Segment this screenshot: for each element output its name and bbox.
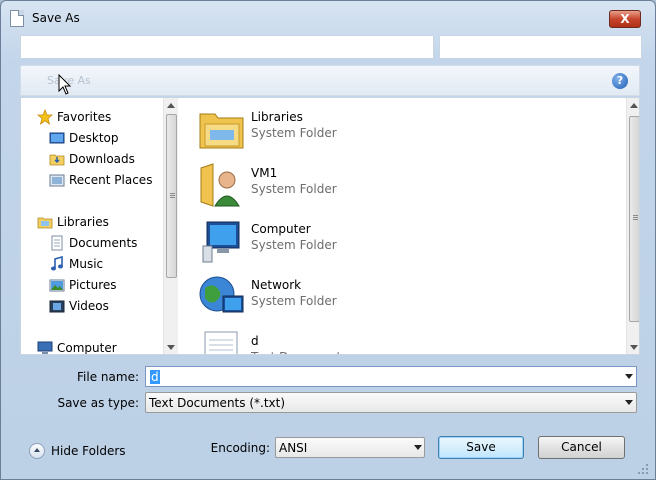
help-icon[interactable]: ? [612,73,628,89]
scroll-up-arrow-icon[interactable] [167,103,175,108]
file-type: System Folder [251,238,337,252]
user-folder-icon [200,163,240,207]
computer-icon [202,221,240,263]
file-name: d [251,334,259,348]
navigation-pane: Favorites Desktop Downloads Recent Place… [21,98,161,355]
nav-label: Computer [57,341,117,355]
file-name: Libraries [251,110,303,124]
file-list-scrollbar[interactable] [626,98,639,354]
title-bar[interactable]: Save As X [1,1,655,35]
file-name-value: d [150,370,160,384]
chevron-up-icon [29,443,45,459]
grip-line [633,219,638,220]
list-item[interactable]: Network System Folder [197,272,497,324]
list-item[interactable]: d Text Document [197,328,497,354]
nav-label: Libraries [57,215,109,229]
libraries-icon [37,217,53,229]
list-item[interactable]: VM1 System Folder [197,160,497,212]
save-as-type-label: Save as type: [57,396,139,410]
save-as-type-value: Text Documents (*.txt) [149,396,286,410]
text-document-icon [204,331,238,354]
navigation-scrollbar[interactable] [163,98,178,354]
chevron-down-icon [414,445,422,450]
file-list: Libraries System Folder VM1 System Folde… [179,98,627,354]
desktop-icon [49,132,65,144]
nav-label: Pictures [69,278,117,292]
file-type: Text Document [251,350,341,354]
nav-label: Favorites [57,110,112,124]
nav-label: Music [69,257,104,271]
star-icon [37,109,53,125]
libraries-folder-icon [199,113,244,149]
grip-line [633,215,638,216]
nav-label: Recent Places [69,173,153,187]
recent-places-icon [49,174,65,187]
search-input[interactable] [439,35,642,59]
nav-label: Downloads [69,152,135,166]
list-item[interactable]: Computer System Folder [197,216,497,268]
file-type: System Folder [251,126,337,140]
save-button[interactable]: Save [438,436,524,459]
file-name-field[interactable]: d [145,366,637,387]
scroll-up-arrow-icon[interactable] [630,103,638,108]
videos-icon [49,300,65,313]
grip-line [170,193,175,194]
scroll-thumb[interactable] [629,116,639,322]
grip-line [170,195,175,196]
nav-label: Desktop [69,131,119,145]
downloads-folder-icon [49,154,65,166]
save-as-dialog: Save As X Save As ? Favorites Desktop Do… [0,0,656,480]
file-type: System Folder [251,294,337,308]
grip-line [633,217,638,218]
file-name: Computer [251,222,311,236]
encoding-select[interactable]: ANSI [275,437,425,458]
command-toolbar: Save As ? [20,65,640,96]
file-name-label: File name: [77,370,139,384]
grip-line [170,197,175,198]
file-name: VM1 [251,166,278,180]
documents-icon [51,235,63,251]
notepad-icon [10,10,24,27]
scroll-down-arrow-icon[interactable] [167,345,175,350]
music-icon [51,256,63,271]
hide-folders-label: Hide Folders [51,444,126,458]
encoding-label: Encoding: [210,441,270,455]
resize-grip-icon[interactable] [637,463,649,475]
cancel-button[interactable]: Cancel [538,436,625,459]
file-type: System Folder [251,182,337,196]
encoding-value: ANSI [279,441,308,455]
network-icon [199,276,244,313]
file-name: Network [251,278,302,292]
scroll-down-arrow-icon[interactable] [630,345,638,350]
chevron-down-icon [625,400,633,405]
pictures-icon [49,279,65,292]
address-bar[interactable] [20,35,434,59]
save-as-type-select[interactable]: Text Documents (*.txt) [145,392,637,413]
scroll-thumb[interactable] [166,114,177,278]
chevron-down-icon[interactable] [625,374,633,379]
close-button[interactable]: X [609,10,641,28]
window-title: Save As [32,11,80,25]
computer-icon [37,341,53,354]
nav-label: Videos [69,299,109,313]
nav-label: Documents [69,236,138,250]
browser-pane: Favorites Desktop Downloads Recent Place… [20,97,640,355]
list-item[interactable]: Libraries System Folder [197,104,497,156]
